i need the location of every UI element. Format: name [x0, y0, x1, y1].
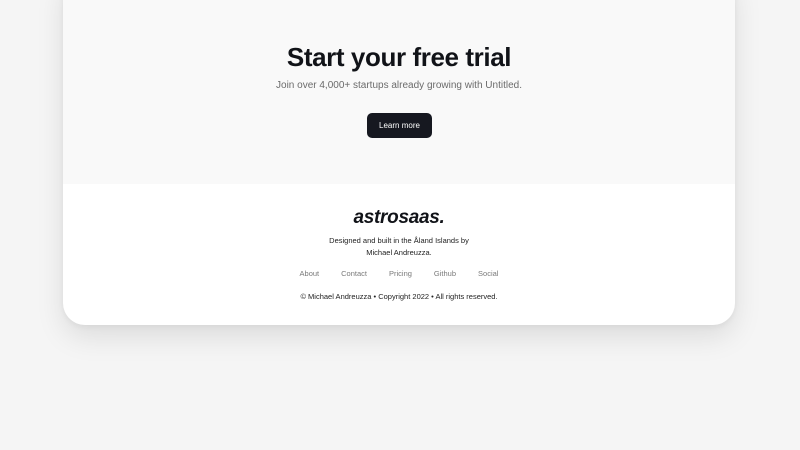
- tagline-line-2: Michael Andreuzza.: [366, 248, 432, 257]
- cta-subtitle: Join over 4,000+ startups already growin…: [276, 80, 522, 91]
- footer-tagline: Designed and built in the Åland Islands …: [63, 235, 735, 259]
- cta-section: Start your free trial Join over 4,000+ s…: [63, 0, 735, 184]
- cta-title: Start your free trial: [286, 42, 512, 72]
- footer-link-github[interactable]: Github: [434, 269, 456, 278]
- footer-logo[interactable]: astrosaas.: [63, 207, 735, 229]
- footer-link-contact[interactable]: Contact: [341, 269, 367, 278]
- tagline-line-1: Designed and built in the Åland Islands …: [329, 236, 469, 245]
- footer-link-about[interactable]: About: [300, 269, 320, 278]
- learn-more-button[interactable]: Learn more: [367, 113, 432, 138]
- footer-nav: About Contact Pricing Github Social: [63, 269, 735, 278]
- footer-link-social[interactable]: Social: [478, 269, 498, 278]
- page-card: Start your free trial Join over 4,000+ s…: [63, 0, 735, 325]
- footer-link-pricing[interactable]: Pricing: [389, 269, 412, 278]
- copyright-text: © Michael Andreuzza • Copyright 2022 • A…: [300, 292, 498, 301]
